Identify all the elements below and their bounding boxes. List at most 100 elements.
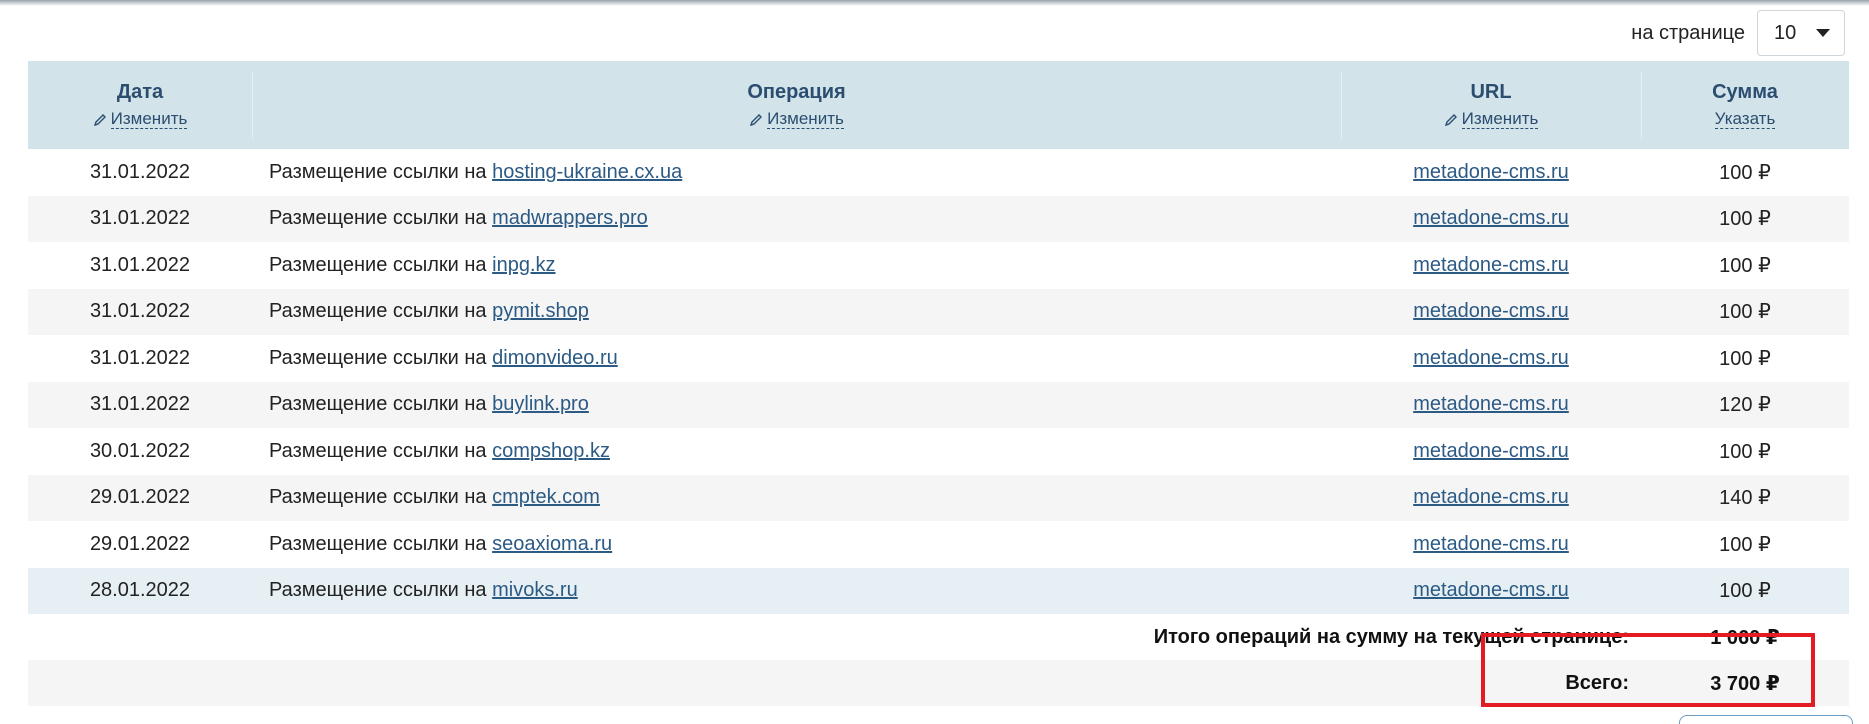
url-link[interactable]: metadone-cms.ru	[1413, 161, 1569, 183]
operation-site-link[interactable]: dimonvideo.ru	[492, 347, 618, 369]
cell-sum: 100 ₽	[1719, 161, 1771, 184]
url-link[interactable]: metadone-cms.ru	[1413, 533, 1569, 555]
cell-operation: Размещение ссылки на pymit.shop	[252, 300, 1341, 323]
column-title: Операция	[747, 80, 846, 103]
grand-total-label: Всего:	[1565, 671, 1629, 694]
cell-sum: 100 ₽	[1719, 580, 1771, 603]
change-operation-button[interactable]: Изменить	[749, 108, 844, 130]
top-shadow	[0, 0, 1869, 6]
operation-site-link[interactable]: madwrappers.pro	[492, 207, 648, 229]
cell-date: 31.01.2022	[89, 393, 191, 416]
table-row: 31.01.2022 Размещение ссылки на pymit.sh…	[28, 288, 1849, 335]
per-page-label: на странице	[1631, 21, 1745, 44]
operation-site-link[interactable]: seoaxioma.ru	[492, 533, 612, 555]
operation-text: Размещение ссылки на	[269, 160, 487, 183]
pencil-icon	[93, 113, 106, 126]
cell-sum: 100 ₽	[1719, 533, 1771, 556]
column-title: URL	[1470, 80, 1512, 103]
operation-text: Размещение ссылки на	[269, 579, 487, 602]
cell-url: metadone-cms.ru	[1341, 440, 1641, 463]
url-link[interactable]: metadone-cms.ru	[1413, 486, 1569, 508]
table-row: 29.01.2022 Размещение ссылки на cmptek.c…	[28, 474, 1849, 521]
column-sum: Сумма Указать	[1641, 61, 1849, 149]
cell-url: metadone-cms.ru	[1341, 347, 1641, 370]
table-row: 31.01.2022 Размещение ссылки на madwrapp…	[28, 195, 1849, 242]
table-row: 29.01.2022 Размещение ссылки на seoaxiom…	[28, 521, 1849, 568]
operation-site-link[interactable]: compshop.kz	[492, 440, 610, 462]
table-row: 31.01.2022 Размещение ссылки на inpg.kz …	[28, 242, 1849, 289]
url-link[interactable]: metadone-cms.ru	[1413, 393, 1569, 415]
cell-url: metadone-cms.ru	[1341, 300, 1641, 323]
operation-site-link[interactable]: buylink.pro	[492, 393, 589, 415]
pencil-icon	[750, 113, 763, 126]
cell-operation: Размещение ссылки на cmptek.com	[252, 486, 1341, 509]
cell-operation: Размещение ссылки на inpg.kz	[252, 254, 1341, 277]
cell-sum: 100 ₽	[1719, 440, 1771, 463]
cell-sum: 100 ₽	[1719, 301, 1771, 324]
cell-date: 31.01.2022	[89, 253, 191, 276]
operation-text: Размещение ссылки на	[269, 207, 487, 230]
cell-sum: 100 ₽	[1719, 347, 1771, 370]
cell-operation: Размещение ссылки на buylink.pro	[252, 393, 1341, 416]
cell-url: metadone-cms.ru	[1341, 393, 1641, 416]
page-total-label: Итого операций на сумму на текущей стран…	[1153, 625, 1629, 648]
url-link[interactable]: metadone-cms.ru	[1413, 347, 1569, 369]
url-link[interactable]: metadone-cms.ru	[1413, 579, 1569, 601]
operation-text: Размещение ссылки на	[269, 393, 487, 416]
column-url: URL Изменить	[1341, 61, 1641, 149]
change-label: Изменить	[767, 108, 844, 130]
url-link[interactable]: metadone-cms.ru	[1413, 440, 1569, 462]
table-row: 30.01.2022 Размещение ссылки на compshop…	[28, 428, 1849, 475]
change-date-button[interactable]: Изменить	[93, 108, 188, 130]
cell-operation: Размещение ссылки на seoaxioma.ru	[252, 533, 1341, 556]
operation-text: Размещение ссылки на	[269, 346, 487, 369]
cell-date: 31.01.2022	[89, 207, 191, 230]
column-date: Дата Изменить	[28, 61, 252, 149]
highlight-box	[1481, 633, 1815, 707]
table-row: 28.01.2022 Размещение ссылки на mivoks.r…	[28, 567, 1849, 614]
operation-text: Размещение ссылки на	[269, 300, 487, 323]
change-label: Изменить	[110, 108, 188, 130]
cell-sum: 120 ₽	[1719, 394, 1771, 417]
cell-date: 29.01.2022	[89, 532, 191, 555]
url-link[interactable]: metadone-cms.ru	[1413, 300, 1569, 322]
cell-date: 31.01.2022	[89, 160, 191, 183]
cell-url: metadone-cms.ru	[1341, 161, 1641, 184]
operation-site-link[interactable]: mivoks.ru	[492, 579, 578, 601]
cell-url: metadone-cms.ru	[1341, 533, 1641, 556]
table-body: 31.01.2022 Размещение ссылки на hosting-…	[28, 149, 1849, 614]
cell-url: metadone-cms.ru	[1341, 579, 1641, 602]
url-link[interactable]: metadone-cms.ru	[1413, 207, 1569, 229]
operation-text: Размещение ссылки на	[269, 486, 487, 509]
cell-date: 31.01.2022	[89, 346, 191, 369]
partial-button[interactable]	[1679, 715, 1853, 724]
cell-operation: Размещение ссылки на compshop.kz	[252, 440, 1341, 463]
chevron-down-icon	[1816, 29, 1830, 37]
change-label: Изменить	[1461, 108, 1539, 130]
url-link[interactable]: metadone-cms.ru	[1413, 254, 1569, 276]
operation-site-link[interactable]: pymit.shop	[492, 300, 589, 322]
cell-url: metadone-cms.ru	[1341, 486, 1641, 509]
change-url-button[interactable]: Изменить	[1444, 108, 1539, 130]
cell-date: 28.01.2022	[89, 579, 191, 602]
cell-sum: 100 ₽	[1719, 208, 1771, 231]
column-operation: Операция Изменить	[252, 61, 1341, 149]
operation-site-link[interactable]: inpg.kz	[492, 254, 555, 276]
operation-site-link[interactable]: hosting-ukraine.cx.ua	[492, 161, 682, 183]
cell-sum: 100 ₽	[1719, 254, 1771, 277]
cell-url: metadone-cms.ru	[1341, 207, 1641, 230]
column-title: Сумма	[1712, 80, 1778, 103]
cell-operation: Размещение ссылки на hosting-ukraine.cx.…	[252, 161, 1341, 184]
table-header: Дата Изменить Операция Изменить URL Изме…	[28, 61, 1849, 149]
pencil-icon	[1444, 113, 1457, 126]
per-page-value: 10	[1774, 21, 1797, 44]
cell-url: metadone-cms.ru	[1341, 254, 1641, 277]
cell-date: 31.01.2022	[89, 300, 191, 323]
operations-table: Дата Изменить Операция Изменить URL Изме…	[28, 61, 1849, 706]
cell-sum: 140 ₽	[1719, 487, 1771, 510]
operation-site-link[interactable]: cmptek.com	[492, 486, 600, 508]
per-page-select[interactable]: 10	[1757, 10, 1845, 56]
set-sum-button[interactable]: Указать	[1714, 109, 1776, 130]
table-row: 31.01.2022 Размещение ссылки на hosting-…	[28, 149, 1849, 196]
table-row: 31.01.2022 Размещение ссылки на dimonvid…	[28, 335, 1849, 382]
